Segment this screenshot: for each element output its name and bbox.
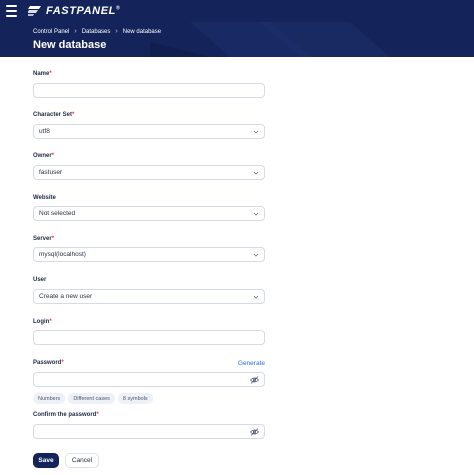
top-bar: FASTPANEL® [0,0,474,22]
chevron-down-icon [253,212,259,216]
breadcrumb-separator: › [74,28,77,35]
hint-8-symbols: 8 symbols [117,393,153,404]
hamburger-menu-icon[interactable] [0,0,22,22]
password-field-group: Password* Generate [33,360,265,367]
website-field-group: Website [33,195,265,201]
name-field-group: Name* [33,71,265,77]
user-label: User [33,277,47,283]
page-title: New database [33,39,107,51]
name-label: Name* [33,71,52,77]
charset-value: utf8 [39,128,50,135]
charset-field-group: Character Set* [33,112,265,118]
breadcrumb-separator: › [115,28,118,35]
logo-mark-icon [28,6,41,16]
generate-password-link[interactable]: Generate [238,360,265,367]
confirm-password-input[interactable] [33,424,265,439]
header-decoration [150,22,390,57]
user-field-group: User [33,277,265,283]
password-input-field[interactable] [39,373,264,386]
save-button[interactable]: Save [33,453,59,468]
breadcrumb-current: New database [122,28,162,35]
name-input-field[interactable] [39,84,264,97]
server-field-group: Server* [33,236,265,242]
confirm-password-input-field[interactable] [39,425,264,438]
chevron-down-icon [253,171,259,175]
owner-label: Owner* [33,153,55,159]
charset-select[interactable]: utf8 [33,124,265,139]
breadcrumb-databases[interactable]: Databases [82,29,111,35]
server-select[interactable]: mysql(localhost) [33,247,265,262]
logo-text: FASTPANEL® [46,5,121,17]
name-input[interactable] [33,83,265,98]
server-value: mysql(localhost) [39,251,86,258]
login-input-field[interactable] [39,331,264,344]
user-value: Create a new user [39,293,93,300]
owner-field-group: Owner* [33,153,265,159]
login-label: Login* [33,319,52,325]
hint-numbers: Numbers [33,393,66,404]
chevron-down-icon [253,130,259,134]
confirm-password-field-group: Confirm the password* [33,412,265,418]
user-select[interactable]: Create a new user [33,289,265,304]
chevron-down-icon [253,253,259,257]
login-input[interactable] [33,330,265,345]
eye-slash-icon[interactable] [250,428,259,436]
charset-label: Character Set* [33,112,75,118]
breadcrumb: Control Panel › Databases › New database [33,28,161,35]
server-label: Server* [33,236,55,242]
eye-slash-icon[interactable] [250,376,259,384]
website-value: Not selected [39,210,76,217]
chevron-down-icon [253,295,259,299]
website-label: Website [33,195,56,201]
owner-select[interactable]: fastuser [33,165,265,180]
fastpanel-logo[interactable]: FASTPANEL® [28,5,120,17]
breadcrumb-control-panel[interactable]: Control Panel [33,29,69,35]
owner-value: fastuser [39,169,63,176]
cancel-button[interactable]: Cancel [65,453,99,468]
hint-different-cases: Different cases [68,393,115,404]
login-field-group: Login* [33,319,265,325]
password-label: Password* [33,360,64,366]
confirm-password-label: Confirm the password* [33,412,99,418]
password-requirements: Numbers Different cases 8 symbols [33,393,153,404]
page-header: Control Panel › Databases › New database… [0,22,474,57]
password-input[interactable] [33,372,265,387]
website-select[interactable]: Not selected [33,206,265,221]
